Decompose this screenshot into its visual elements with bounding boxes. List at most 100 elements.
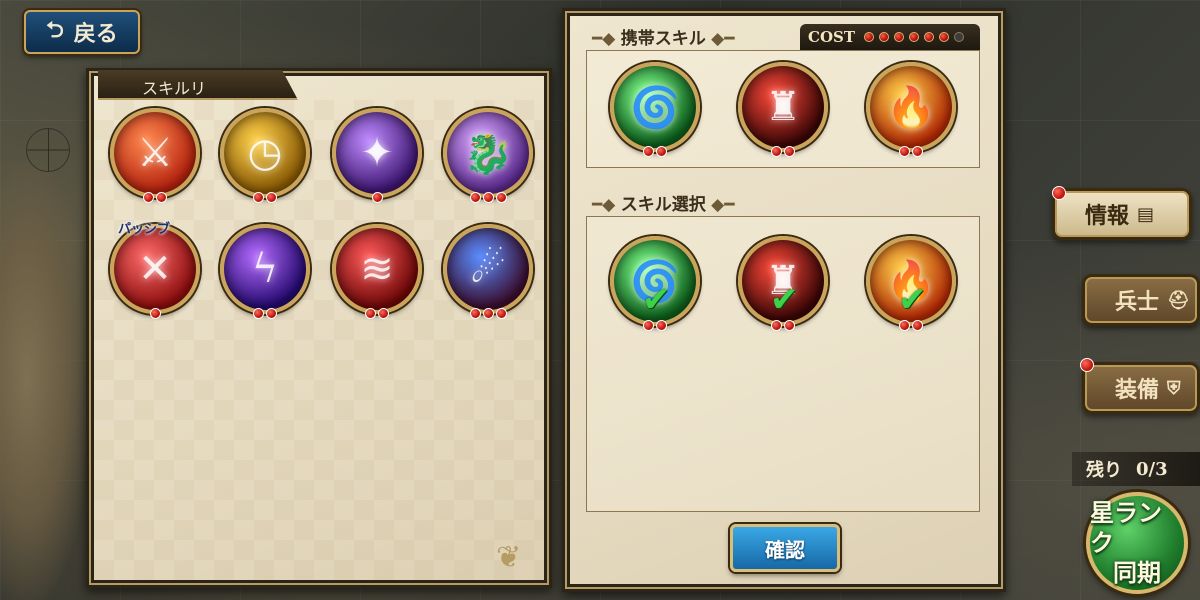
skill-cost-pips [443, 192, 533, 203]
skill-icon-passive-sword-cross[interactable]: ✕ [110, 224, 200, 324]
remaining-label: 残り [1086, 460, 1122, 481]
cost-pip [656, 146, 667, 157]
star-rank-sync-line2: 同期 [1113, 558, 1161, 587]
cost-pip [894, 32, 904, 42]
info-notification-dot [1052, 186, 1066, 200]
skill-cost-pips [738, 146, 828, 157]
skill-cost-pips [110, 192, 200, 203]
checkmark-icon: ✔ [898, 280, 927, 320]
cost-pip [469, 192, 481, 203]
passive-label: パッシブ [118, 222, 171, 237]
back-button-label: 戻る [73, 21, 118, 47]
skill-icon-lightning-violet[interactable]: ϟ [220, 224, 310, 324]
skill-icon-beast-storm-blue[interactable]: ☄ [443, 224, 533, 324]
clock-gold-icon: ◷ [220, 108, 310, 198]
cost-pip [156, 192, 167, 203]
skill-icon-tornado-green[interactable]: 🌀 ✔ [610, 236, 700, 336]
cost-pip [899, 320, 910, 331]
cost-pip [378, 308, 389, 319]
helmet-icon: ⛑ [1167, 289, 1190, 311]
skill-icon-clock-gold[interactable]: ◷ [220, 108, 310, 208]
book-icon: ▤ [1137, 203, 1155, 225]
skill-list-title: スキルリ [98, 70, 298, 100]
cost-pip [643, 320, 654, 331]
equipment-button-label: 装備 [1115, 377, 1160, 403]
skill-cost-pips [220, 192, 310, 203]
soldiers-button-label: 兵士 [1115, 289, 1160, 315]
cost-pip [939, 32, 949, 42]
cost-pip [784, 320, 795, 331]
lightning-violet-glyph: ϟ [251, 246, 279, 292]
passive-sword-cross-icon: ✕ [110, 224, 200, 314]
cost-pip [482, 308, 494, 319]
skill-icon-fire-blast[interactable]: 🔥 [866, 62, 956, 162]
dragon-purple-glyph: 🐉 [463, 130, 513, 177]
cost-pip [253, 308, 264, 319]
cost-pip [495, 308, 507, 319]
lightning-violet-icon: ϟ [220, 224, 310, 314]
shield-icon: ⛨ [1167, 377, 1181, 399]
beast-storm-blue-icon: ☄ [443, 224, 533, 314]
skill-cost-pips [866, 146, 956, 157]
skill-icon-dragon-purple[interactable]: 🐉 [443, 108, 533, 208]
sword-slash-red-icon: ⚔ [110, 108, 200, 198]
compass-rose-icon [26, 128, 70, 172]
clock-gold-glyph: ◷ [247, 130, 283, 176]
skill-icon-tornado-green[interactable]: 🌀 [610, 62, 700, 162]
soldiers-button[interactable]: 兵士 ⛑ [1082, 274, 1200, 326]
cost-pip [771, 320, 782, 331]
skill-cost-pips [332, 308, 422, 319]
skill-cost-pips [443, 308, 533, 319]
skill-icon-red-slash[interactable]: ≋ [332, 224, 422, 324]
cost-label: COST [808, 28, 855, 46]
cost-pips [864, 32, 964, 42]
cost-pip [899, 146, 910, 157]
skill-cost-pips [610, 320, 700, 331]
fire-blast-icon: 🔥 [866, 62, 956, 152]
cost-pip [469, 308, 481, 319]
back-button[interactable]: ⮌ 戻る [24, 10, 140, 54]
cost-pip [266, 308, 277, 319]
dark-pillar-purple-icon: ✦ [332, 108, 422, 198]
skill-icon-fire-blast[interactable]: 🔥 ✔ [866, 236, 956, 336]
corner-ornament-icon: ❦ [496, 540, 522, 575]
confirm-button[interactable]: 確認 [730, 524, 840, 572]
info-button[interactable]: 情報 ▤ [1052, 188, 1192, 240]
star-rank-sync-line1: 星ランク [1090, 498, 1162, 557]
skill-selection-title: ━◆ スキル選択 ◆━ [592, 195, 735, 215]
red-slash-icon: ≋ [332, 224, 422, 314]
skill-icon-castle-dark-red[interactable]: ♜ ✔ [738, 236, 828, 336]
castle-dark-red-icon: ♜ [738, 62, 828, 152]
cost-pip [266, 192, 277, 203]
skill-icon-castle-dark-red[interactable]: ♜ [738, 62, 828, 162]
cost-pip [149, 308, 161, 319]
map-landmass [0, 160, 90, 600]
carried-skills-title: ━◆ 携帯スキル ◆━ [592, 29, 735, 49]
cost-pip [143, 192, 154, 203]
skill-cost-pips [332, 192, 422, 203]
cost-bar: COST [800, 24, 980, 50]
beast-storm-blue-glyph: ☄ [470, 246, 506, 292]
cost-pip [253, 192, 264, 203]
equipment-button[interactable]: 装備 ⛨ [1082, 362, 1200, 414]
passive-sword-cross-glyph: ✕ [138, 246, 172, 292]
return-arrow-icon: ⮌ [46, 17, 64, 43]
tornado-green-glyph: 🌀 [630, 84, 680, 131]
skill-cost-pips [738, 320, 828, 331]
skill-icon-dark-pillar-purple[interactable]: ✦ [332, 108, 422, 208]
cost-pip [656, 320, 667, 331]
skill-icon-sword-slash-red[interactable]: ⚔ [110, 108, 200, 208]
remaining-value: 0/3 [1136, 458, 1168, 480]
dragon-purple-icon: 🐉 [443, 108, 533, 198]
equipment-notification-dot [1080, 358, 1094, 372]
cost-pip [784, 146, 795, 157]
sword-slash-red-glyph: ⚔ [137, 130, 173, 176]
star-rank-sync-button[interactable]: 星ランク 同期 [1086, 492, 1188, 594]
cost-pip [371, 192, 383, 203]
tornado-green-icon: 🌀 [610, 62, 700, 152]
skill-cost-pips [610, 146, 700, 157]
info-button-label: 情報 [1085, 203, 1130, 229]
checkmark-icon: ✔ [770, 280, 799, 320]
fire-blast-glyph: 🔥 [886, 84, 936, 131]
cost-pip [643, 146, 654, 157]
